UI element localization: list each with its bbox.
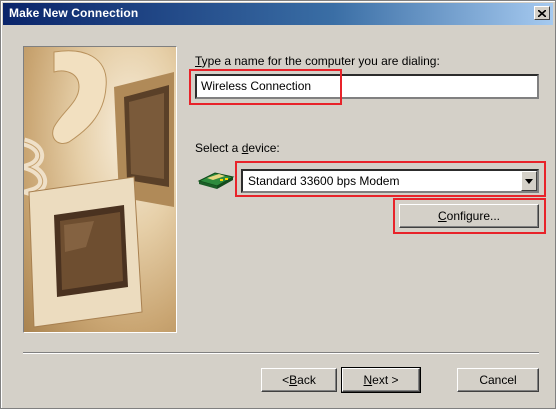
connection-name-input[interactable]: Wireless Connection <box>195 74 539 99</box>
title-bar[interactable]: Make New Connection <box>3 3 553 25</box>
device-prompt-label: Select a device: <box>195 141 280 155</box>
window-title: Make New Connection <box>9 6 139 20</box>
device-dropdown-button[interactable] <box>521 171 537 191</box>
configure-button[interactable]: Configure... <box>399 204 539 228</box>
chevron-down-icon <box>525 178 533 184</box>
name-prompt-label: Type a name for the computer you are dia… <box>195 54 440 68</box>
separator <box>23 352 539 354</box>
cancel-button[interactable]: Cancel <box>457 368 539 392</box>
close-button[interactable] <box>534 6 550 20</box>
device-select-value: Standard 33600 bps Modem <box>248 174 400 188</box>
device-select[interactable]: Standard 33600 bps Modem <box>241 169 539 193</box>
back-button[interactable]: < Back <box>261 368 337 392</box>
make-new-connection-dialog: Make New Connection Type a name for the … <box>0 0 556 409</box>
modem-icon <box>197 172 235 189</box>
computer-phone-illustration <box>23 46 177 333</box>
close-icon <box>538 9 546 17</box>
next-button[interactable]: Next > <box>341 367 421 393</box>
